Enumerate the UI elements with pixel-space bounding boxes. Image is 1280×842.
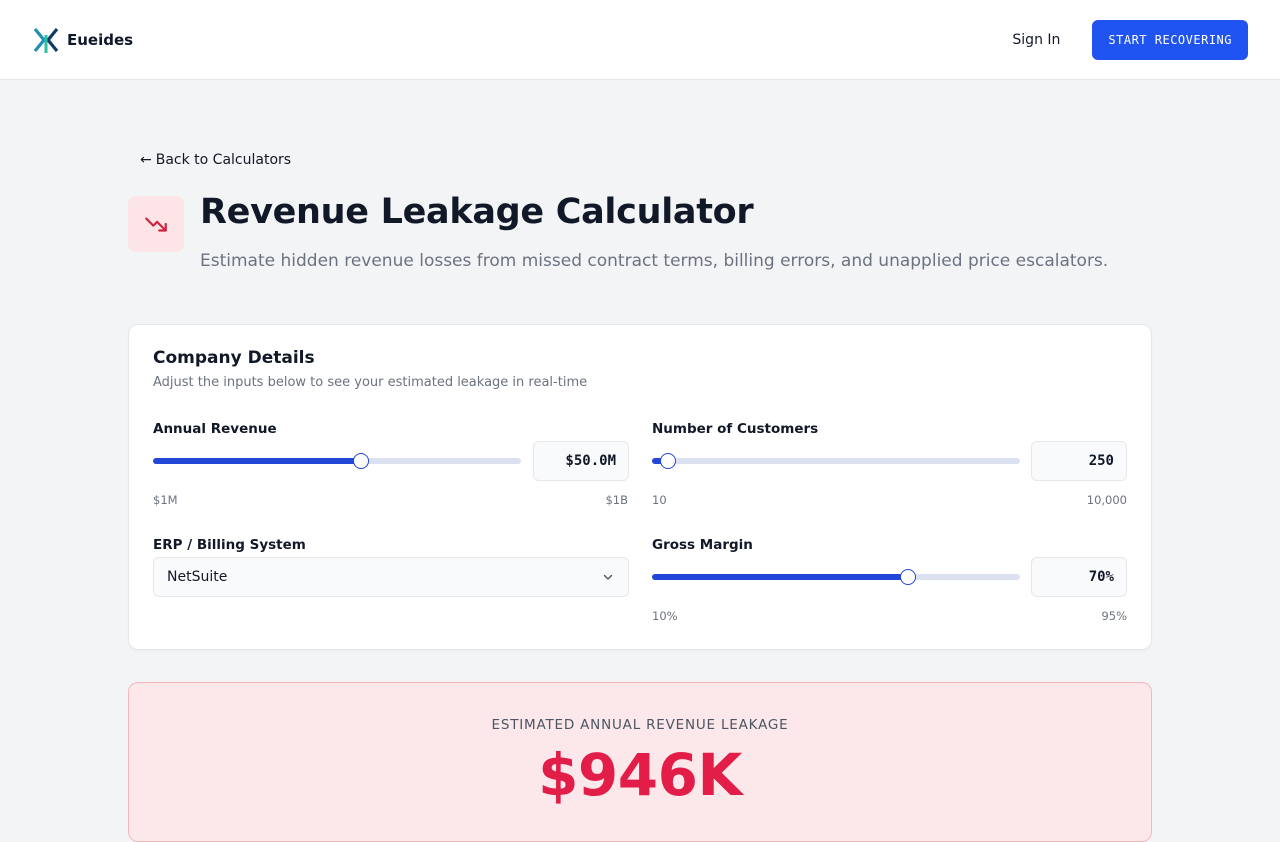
gross-margin-slider-fill — [652, 574, 909, 580]
gross-margin-max: 95% — [1101, 609, 1127, 623]
result-label: ESTIMATED ANNUAL REVENUE LEAKAGE — [491, 717, 789, 733]
customers-value-input[interactable] — [1031, 441, 1127, 481]
customers-label: Number of Customers — [652, 421, 819, 437]
page-subtitle: Estimate hidden revenue losses from miss… — [200, 251, 1109, 271]
gross-margin-slider-thumb[interactable] — [900, 569, 917, 585]
customers-slider[interactable] — [652, 453, 1020, 469]
annual-revenue-slider-fill — [153, 458, 361, 464]
brand-name: Eueides — [67, 30, 134, 49]
erp-label: ERP / Billing System — [153, 537, 306, 553]
annual-revenue-slider-thumb[interactable] — [352, 453, 369, 469]
gross-margin-label: Gross Margin — [652, 537, 753, 553]
gross-margin-slider[interactable] — [652, 569, 1020, 585]
annual-revenue-value-input[interactable] — [533, 441, 629, 481]
card-title: Company Details — [153, 348, 315, 368]
eueides-logo-icon — [33, 27, 59, 53]
start-recovering-button[interactable]: START RECOVERING — [1092, 19, 1248, 60]
page-title: Revenue Leakage Calculator — [200, 192, 754, 232]
company-details-card: Company Details Adjust the inputs below … — [128, 324, 1152, 650]
leakage-result-card: ESTIMATED ANNUAL REVENUE LEAKAGE $946K — [128, 682, 1152, 842]
result-value: $946K — [538, 741, 742, 809]
back-to-calculators-link[interactable]: ← Back to Calculators — [140, 152, 291, 168]
trending-down-icon — [145, 217, 167, 232]
erp-selected-value: NetSuite — [167, 569, 228, 585]
brand-logo-link[interactable]: Eueides — [33, 27, 133, 53]
annual-revenue-label: Annual Revenue — [153, 421, 277, 437]
erp-select[interactable]: NetSuite — [153, 557, 629, 597]
top-navbar: Eueides Sign In START RECOVERING — [0, 0, 1280, 80]
back-arrow-icon: ← — [140, 152, 152, 168]
calculator-icon-tile — [128, 196, 184, 252]
annual-revenue-min: $1M — [153, 493, 178, 507]
gross-margin-min: 10% — [652, 609, 678, 623]
customers-min: 10 — [652, 493, 667, 507]
annual-revenue-slider[interactable] — [153, 453, 521, 469]
chevron-down-icon — [603, 574, 613, 580]
card-description: Adjust the inputs below to see your esti… — [153, 375, 588, 390]
customers-slider-thumb[interactable] — [659, 453, 676, 469]
nav-actions: Sign In START RECOVERING — [1012, 19, 1248, 60]
sign-in-link[interactable]: Sign In — [1012, 32, 1060, 48]
gross-margin-value-input[interactable] — [1031, 557, 1127, 597]
back-link-label: Back to Calculators — [155, 152, 292, 168]
annual-revenue-max: $1B — [605, 493, 628, 507]
customers-max: 10,000 — [1086, 493, 1127, 507]
